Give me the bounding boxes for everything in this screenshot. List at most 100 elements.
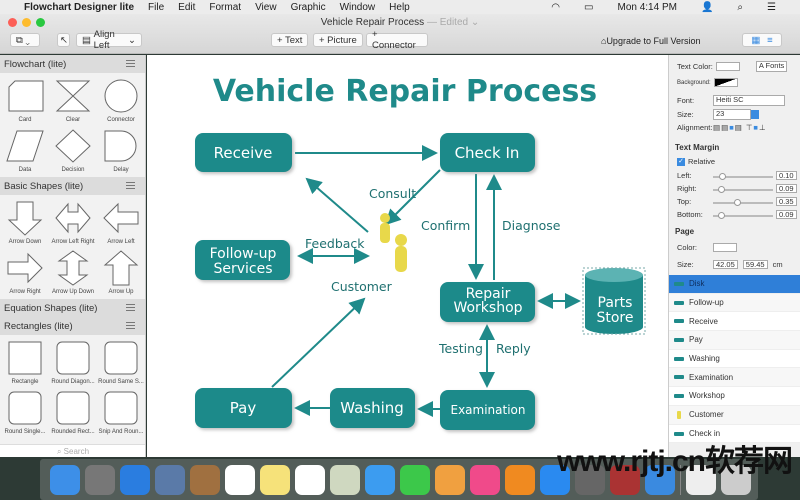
grid-view-icon[interactable]: ▦ — [751, 35, 760, 46]
text-color-well[interactable] — [715, 62, 740, 71]
list-icon[interactable]: ☰ — [767, 2, 776, 13]
menu-edit[interactable]: Edit — [178, 2, 195, 13]
shape-data[interactable]: Data — [1, 125, 49, 175]
font-select[interactable]: Heiti SC — [713, 95, 785, 106]
photos-icon[interactable] — [435, 464, 465, 495]
shape-delay[interactable]: Delay — [97, 125, 145, 175]
shape-icon — [674, 394, 684, 399]
menu-file[interactable]: File — [148, 2, 164, 13]
list-view-icon[interactable]: ≡ — [767, 35, 773, 46]
contacts-icon[interactable] — [190, 464, 220, 495]
menu-icon[interactable] — [126, 182, 135, 189]
ibooks-icon[interactable] — [505, 464, 535, 495]
facetime-icon[interactable] — [400, 464, 430, 495]
clock[interactable]: Mon 4:14 PM — [617, 2, 676, 13]
view-toggle[interactable]: ▦ ≡ — [742, 33, 782, 47]
menu-icon[interactable] — [126, 60, 135, 67]
finder-icon[interactable] — [50, 464, 80, 495]
relative-checkbox[interactable]: ✓ — [677, 157, 685, 166]
margin-slider[interactable] — [713, 173, 773, 180]
itunes-icon[interactable] — [470, 464, 500, 495]
diagram-title[interactable]: Vehicle Repair Process — [213, 74, 597, 109]
shape-rectangle[interactable]: Rectangle — [1, 337, 49, 387]
alignment-buttons[interactable]: ▤▤■▤ ⊤■⊥ — [713, 123, 767, 132]
shape-decision[interactable]: Decision — [49, 125, 97, 175]
margin-slider[interactable] — [713, 186, 773, 193]
menu-icon[interactable] — [126, 304, 135, 311]
shape-arrow-up-down[interactable]: Arrow Up Down — [49, 247, 97, 297]
messages-icon[interactable] — [365, 464, 395, 495]
margin-slider[interactable] — [713, 199, 773, 206]
shape-round-same-s[interactable]: Round Same S... — [97, 337, 145, 387]
arrow-to-receive[interactable] — [305, 177, 369, 233]
shape-icon — [103, 202, 139, 234]
reminders-icon[interactable] — [295, 464, 325, 495]
section-basic-shapes-lite[interactable]: Basic Shapes (lite) — [0, 177, 145, 195]
fonts-button[interactable]: A Fonts — [755, 61, 788, 72]
user-icon[interactable]: 👤 — [701, 2, 713, 13]
preview-icon[interactable] — [155, 464, 185, 495]
shape-card[interactable]: Card — [1, 75, 49, 125]
page-color-well[interactable] — [713, 243, 737, 252]
shape-arrow-left-right[interactable]: Arrow Left Right — [49, 197, 97, 247]
arrow-pay-customer[interactable] — [271, 297, 366, 388]
shape-snip-and-roun[interactable]: Snip And Roun... — [97, 387, 145, 437]
background-well[interactable] — [713, 78, 738, 87]
upgrade-link[interactable]: ⌂Upgrade to Full Version — [601, 36, 701, 46]
calendar-icon[interactable] — [225, 464, 255, 495]
layer-item[interactable]: Customer — [669, 405, 800, 425]
menu-graphic[interactable]: Graphic — [291, 2, 326, 13]
layer-item[interactable]: Receive — [669, 312, 800, 332]
shape-arrow-up[interactable]: Arrow Up — [97, 247, 145, 297]
shape-rounded-rect[interactable]: Rounded Rect... — [49, 387, 97, 437]
add-connector-button[interactable]: + Connector — [366, 29, 428, 51]
add-text-button[interactable]: + Text — [271, 33, 309, 47]
margin-slider[interactable] — [713, 212, 773, 219]
layer-item[interactable]: Washing — [669, 349, 800, 369]
shape-arrow-right[interactable]: Arrow Right — [1, 247, 49, 297]
shape-round-diagon[interactable]: Round Diagon... — [49, 337, 97, 387]
safari-icon[interactable] — [120, 464, 150, 495]
shape-connector[interactable]: Connector — [97, 75, 145, 125]
layer-item[interactable]: Pay — [669, 331, 800, 350]
page-width-field[interactable]: 42.05 — [713, 260, 738, 269]
arrange-button[interactable]: ⧉ ⌄ — [10, 33, 40, 47]
shape-arrow-left[interactable]: Arrow Left — [97, 197, 145, 247]
size-stepper[interactable] — [751, 110, 759, 119]
customer-figure[interactable] — [380, 213, 407, 272]
shape-clear[interactable]: Clear — [49, 75, 97, 125]
wifi-icon[interactable]: ◠ — [551, 2, 560, 13]
font-size-field[interactable]: 23 — [713, 109, 751, 120]
shape-arrow-down[interactable]: Arrow Down — [1, 197, 49, 247]
margin-value[interactable]: 0.10 — [776, 171, 797, 180]
align-dropdown[interactable]: ▤ Align Left ⌄ — [76, 29, 142, 51]
menu-window[interactable]: Window — [340, 2, 376, 13]
shape-search[interactable]: ⌕ Search — [0, 444, 145, 457]
add-picture-button[interactable]: + Picture — [313, 33, 363, 47]
menu-app[interactable]: Flowchart Designer lite — [24, 2, 134, 13]
shape-round-single[interactable]: Round Single... — [1, 387, 49, 437]
notes-icon[interactable] — [260, 464, 290, 495]
consult-label: Consult — [369, 186, 416, 201]
pointer-tool[interactable]: ↖ — [57, 33, 70, 47]
battery-icon[interactable]: ▭ — [584, 2, 593, 13]
menu-help[interactable]: Help — [389, 2, 410, 13]
maps-icon[interactable] — [330, 464, 360, 495]
page-height-field[interactable]: 59.45 — [742, 260, 768, 269]
layer-item[interactable]: Workshop — [669, 387, 800, 406]
margin-value[interactable]: 0.09 — [776, 210, 797, 219]
section-rectangles-lite[interactable]: Rectangles (lite) — [0, 317, 145, 335]
section-flowchart-lite[interactable]: Flowchart (lite) — [0, 55, 145, 73]
layer-item[interactable]: Disk — [669, 275, 800, 294]
menu-icon[interactable] — [126, 322, 135, 329]
canvas[interactable]: Vehicle Repair Process Receive Check In … — [147, 55, 668, 457]
section-equation-shapes-lite[interactable]: Equation Shapes (lite) — [0, 299, 145, 317]
menu-view[interactable]: View — [255, 2, 277, 13]
margin-value[interactable]: 0.09 — [776, 184, 797, 193]
menu-format[interactable]: Format — [209, 2, 241, 13]
layer-item[interactable]: Examination — [669, 368, 800, 388]
margin-value[interactable]: 0.35 — [776, 197, 797, 206]
launchpad-icon[interactable] — [85, 464, 115, 495]
layer-item[interactable]: Follow-up — [669, 293, 800, 313]
search-icon[interactable]: ⌕ — [737, 2, 743, 13]
